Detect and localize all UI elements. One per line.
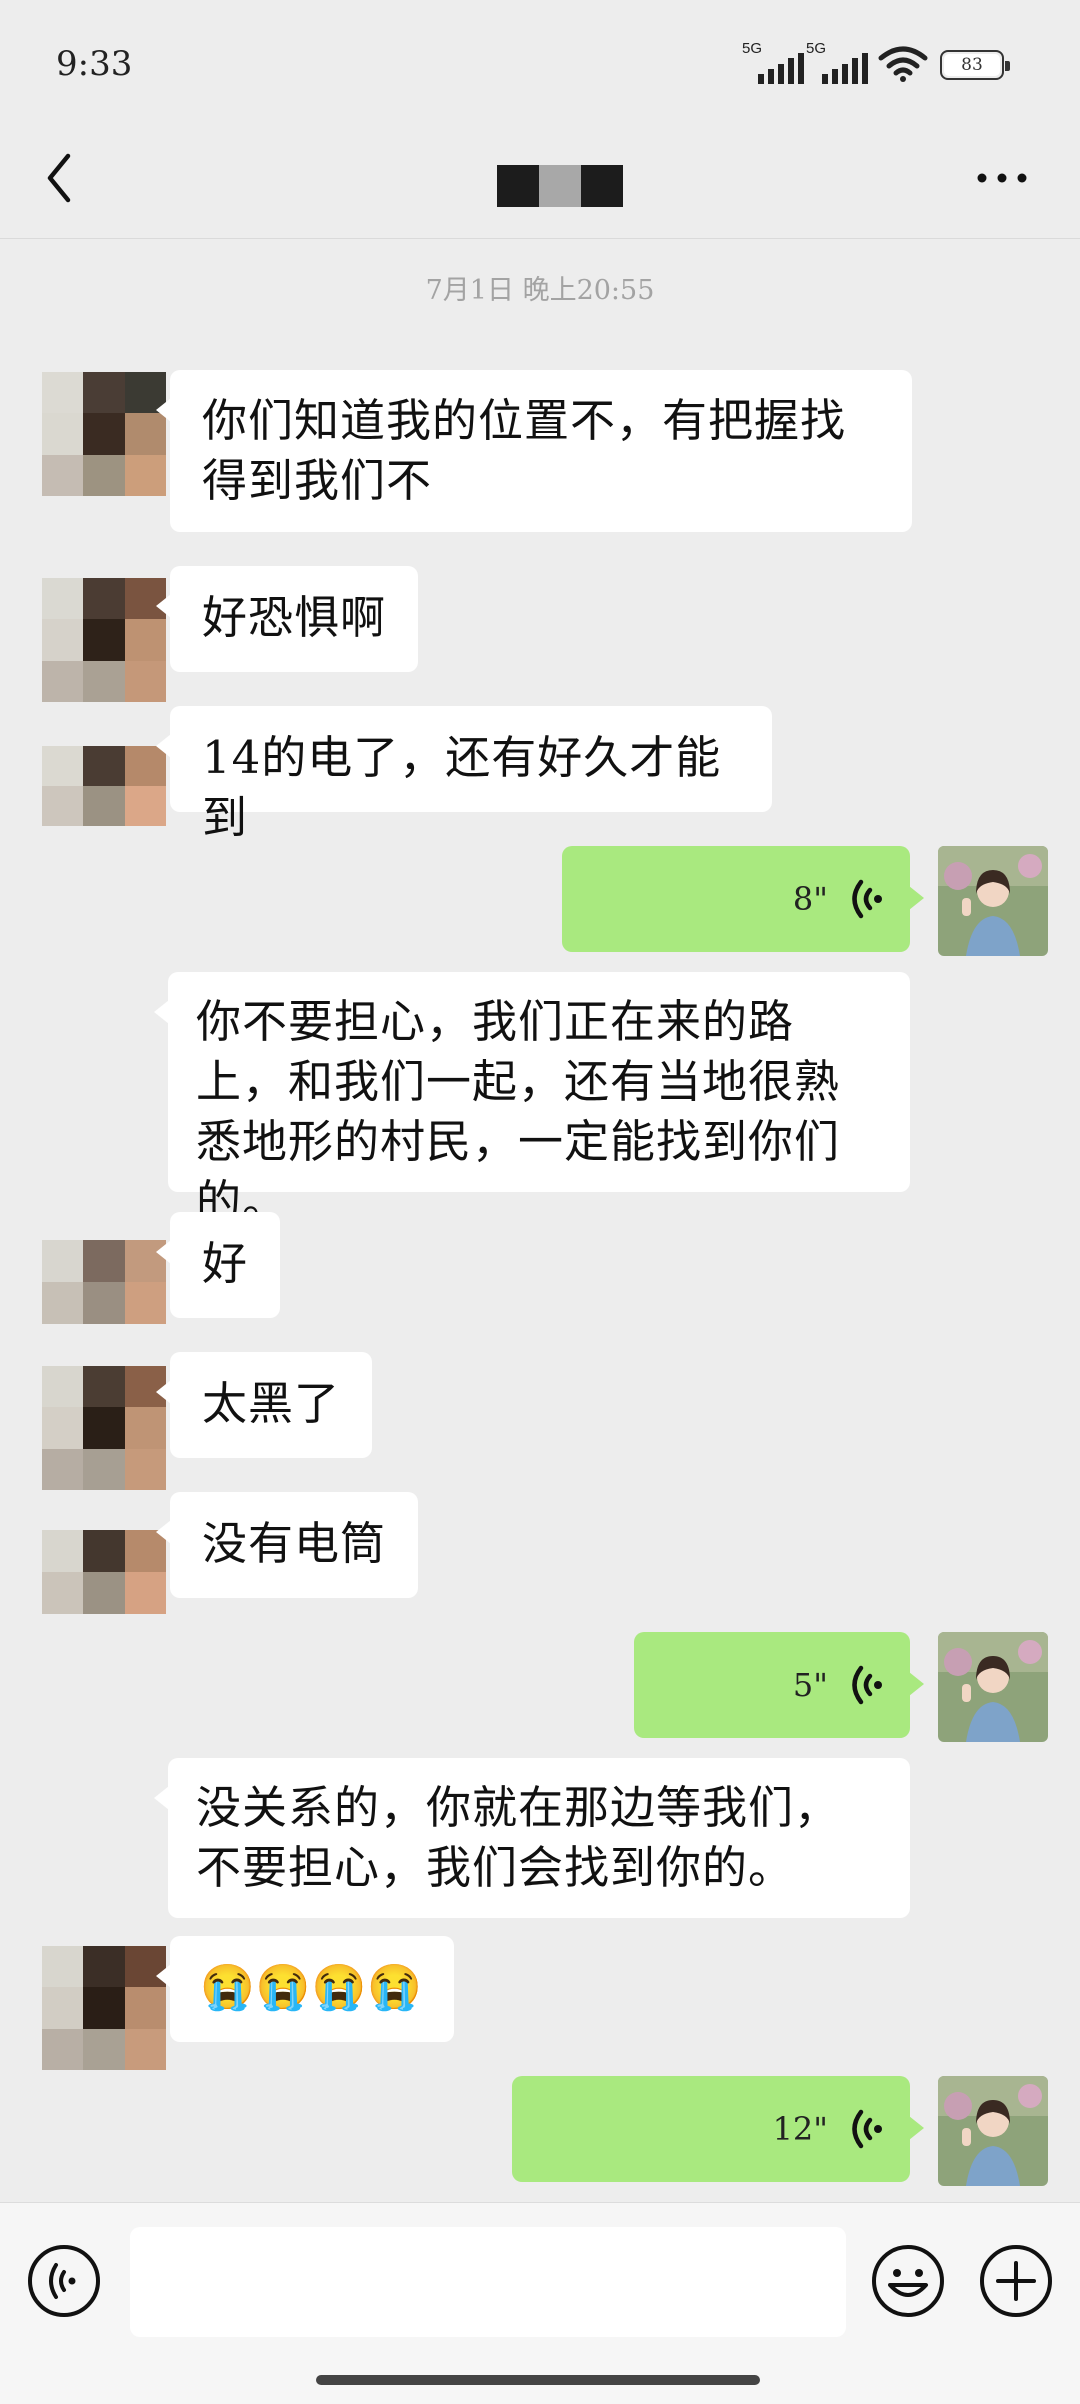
voice-wave-icon <box>852 1665 882 1705</box>
message-bubble[interactable]: 没有电筒 <box>156 1492 418 1598</box>
message-bubble[interactable]: 太黑了 <box>156 1352 372 1458</box>
emoji-icon[interactable] <box>870 2243 946 2319</box>
voice-message-bubble[interactable]: 12" <box>512 2076 924 2182</box>
chevron-left-icon[interactable] <box>38 148 82 208</box>
message-bubble[interactable]: 14的电了，还有好久才能到 <box>156 706 772 844</box>
battery-icon: 83 <box>940 50 1010 80</box>
contact-avatar[interactable] <box>42 372 166 496</box>
contact-avatar[interactable] <box>42 1240 166 1324</box>
status-bar: 9:33 5G 5G 83 <box>0 0 1080 130</box>
message-bubble[interactable]: 你们知道我的位置不，有把握找得到我们不 <box>156 370 912 532</box>
message-bubble[interactable]: 没关系的，你就在那边等我们，不要担心，我们会找到你的。 <box>154 1758 910 1918</box>
voice-wave-icon <box>852 2109 882 2149</box>
message-bubble[interactable]: 你不要担心，我们正在来的路上，和我们一起，还有当地很熟悉地形的村民，一定能找到你… <box>154 972 910 1228</box>
wifi-icon <box>878 46 928 82</box>
chat-header <box>0 130 1080 239</box>
more-dots-icon[interactable] <box>972 156 1032 200</box>
contact-avatar[interactable] <box>42 1530 166 1614</box>
plus-icon[interactable] <box>978 2243 1054 2319</box>
chat-title-redacted <box>497 165 623 207</box>
message-bubble[interactable]: 好 <box>156 1212 280 1318</box>
message-bubble[interactable]: 好恐惧啊 <box>156 566 418 672</box>
voice-message-bubble[interactable]: 5" <box>634 1632 924 1738</box>
voice-duration: 12" <box>772 2110 828 2148</box>
voice-duration: 5" <box>792 1666 828 1704</box>
voice-message-bubble[interactable]: 8" <box>562 846 924 952</box>
voice-input-icon[interactable] <box>26 2243 102 2319</box>
message-timestamp: 7月1日 晚上20:55 <box>425 275 655 306</box>
contact-avatar[interactable] <box>42 578 166 702</box>
contact-avatar[interactable] <box>42 746 166 826</box>
user-avatar[interactable] <box>938 1632 1048 1742</box>
chat-input-bar <box>0 2202 1080 2404</box>
home-indicator[interactable] <box>316 2375 760 2385</box>
voice-wave-icon <box>852 879 882 919</box>
user-avatar[interactable] <box>938 2076 1048 2186</box>
status-time: 9:33 <box>56 44 133 84</box>
message-bubble[interactable]: 😭😭😭😭 <box>156 1936 454 2042</box>
contact-avatar[interactable] <box>42 1946 166 2070</box>
contact-avatar[interactable] <box>42 1366 166 1490</box>
battery-level: 83 <box>961 55 983 75</box>
message-input[interactable] <box>130 2227 846 2337</box>
user-avatar[interactable] <box>938 846 1048 956</box>
voice-duration: 8" <box>792 880 828 918</box>
